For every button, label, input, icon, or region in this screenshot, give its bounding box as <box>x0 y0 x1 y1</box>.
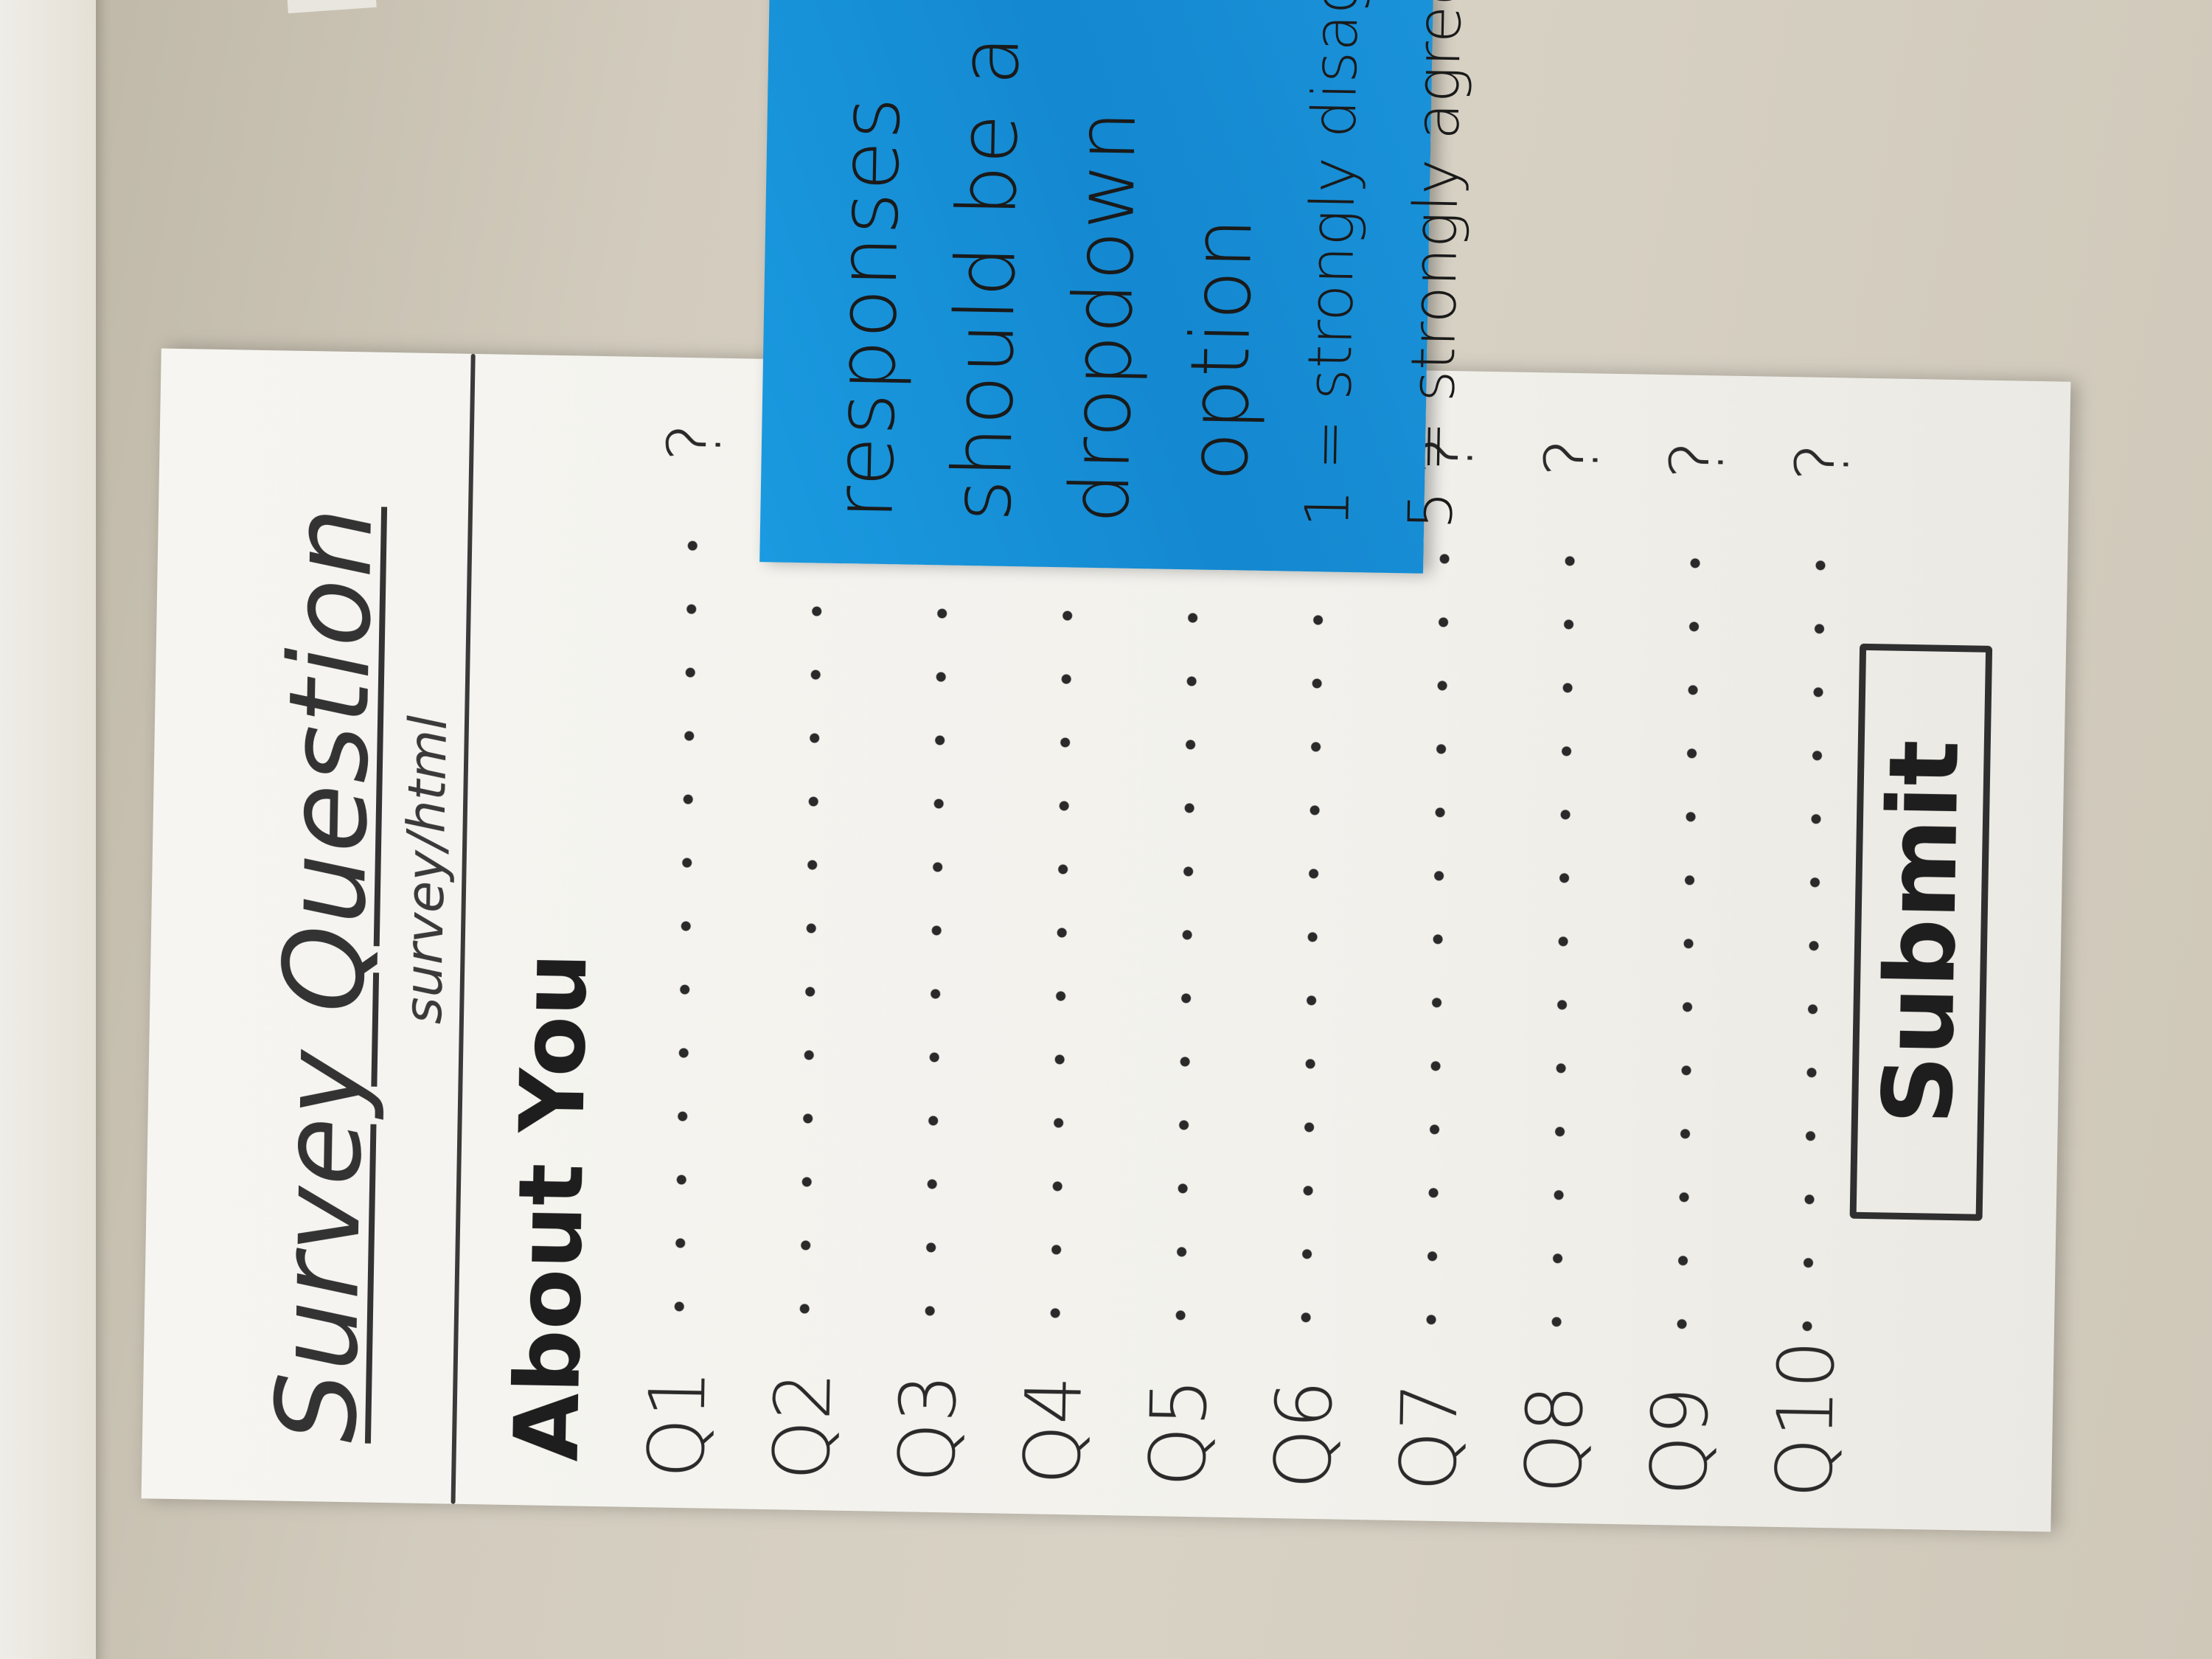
question-label: Q8 <box>1509 1383 1601 1495</box>
sticky-note-line: 1 = strongly disagree <box>1293 0 1374 529</box>
paper-scrap <box>287 0 377 14</box>
background-paper <box>0 0 96 1659</box>
question-text-placeholder <box>1676 507 1702 1356</box>
question-mark: ? <box>1778 442 1866 483</box>
question-row[interactable]: Q5 ? <box>1115 425 1259 1489</box>
sticky-note-line: should be a <box>934 33 1037 523</box>
question-row[interactable]: Q2 ? <box>739 418 883 1482</box>
submit-button[interactable]: Submit <box>1849 643 1993 1221</box>
question-row[interactable]: Q8 ? <box>1491 431 1635 1495</box>
question-text-placeholder <box>1801 509 1827 1358</box>
question-row[interactable]: Q1 ? <box>613 416 757 1480</box>
question-label: Q10 <box>1759 1339 1852 1499</box>
sticky-note-line: 5 = strongly agree <box>1396 0 1476 530</box>
section-heading: About You <box>495 952 608 1463</box>
photo-scene: Survey Question survey/html About You Q1… <box>0 0 2212 1659</box>
question-mark: ? <box>650 422 738 463</box>
sticky-note-line: dropdown <box>1052 108 1154 525</box>
question-text-placeholder <box>1049 496 1075 1345</box>
question-row[interactable]: Q6 ? <box>1240 427 1384 1491</box>
question-label: Q2 <box>757 1370 849 1481</box>
question-list: Q1 ? Q2 ? Q3 ? Q4 ? <box>613 416 1885 1499</box>
question-label: Q9 <box>1633 1385 1726 1497</box>
question-label: Q6 <box>1258 1379 1350 1490</box>
question-text-placeholder <box>1175 498 1200 1347</box>
question-row[interactable]: Q4 ? <box>990 422 1133 1486</box>
sticky-note-line: option <box>1171 215 1270 483</box>
question-label: Q5 <box>1133 1377 1225 1488</box>
question-label: Q7 <box>1383 1381 1475 1492</box>
question-label: Q3 <box>882 1372 974 1484</box>
question-text-placeholder <box>799 492 824 1341</box>
sticky-note: responses should be a dropdown option 1 … <box>759 0 1475 574</box>
question-label: Q4 <box>1007 1374 1099 1486</box>
question-mark: ? <box>1653 439 1741 481</box>
question-text-placeholder <box>1551 505 1576 1354</box>
question-text-placeholder <box>673 490 699 1339</box>
question-label: Q1 <box>631 1368 723 1480</box>
page-title: Survey Question <box>252 504 398 1444</box>
question-row[interactable]: Q9 ? <box>1616 433 1760 1497</box>
question-row[interactable]: Q7 ? <box>1366 428 1509 1492</box>
question-text-placeholder <box>924 494 950 1343</box>
question-text-placeholder <box>1425 503 1451 1352</box>
sticky-note-line: responses <box>816 94 919 521</box>
question-row[interactable]: Q3 ? <box>864 420 1008 1484</box>
question-text-placeholder <box>1300 501 1326 1349</box>
question-mark: ? <box>1528 437 1615 479</box>
page-url: survey/html <box>392 714 459 1025</box>
